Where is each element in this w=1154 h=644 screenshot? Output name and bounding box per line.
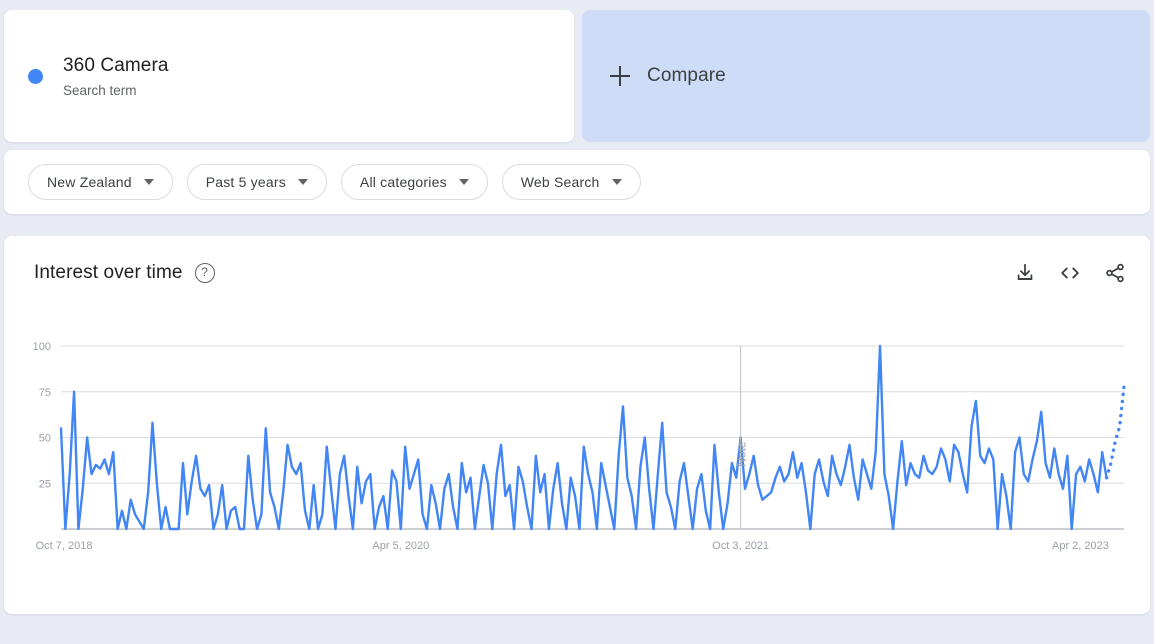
download-icon[interactable] xyxy=(1014,262,1036,284)
filter-chip-time-range[interactable]: Past 5 years xyxy=(186,164,327,200)
compare-label: Compare xyxy=(647,65,726,86)
page-title: Interest over time xyxy=(34,262,183,283)
search-term-subtitle: Search term xyxy=(63,82,137,98)
filter-chip-search-type[interactable]: Web Search xyxy=(501,164,641,200)
filter-bar: New Zealand Past 5 years All categories … xyxy=(4,150,1150,214)
svg-text:50: 50 xyxy=(39,433,51,445)
compare-button[interactable]: Compare xyxy=(582,10,1150,142)
svg-text:75: 75 xyxy=(39,387,51,399)
svg-text:100: 100 xyxy=(33,341,51,353)
filter-chip-location-label: New Zealand xyxy=(47,174,132,190)
chevron-down-icon xyxy=(458,179,469,185)
search-term-title: 360 Camera xyxy=(63,54,169,76)
chevron-down-icon xyxy=(143,179,154,185)
svg-text:Note: Note xyxy=(735,441,749,467)
filter-chip-category[interactable]: All categories xyxy=(340,164,488,200)
svg-text:Oct 3, 2021: Oct 3, 2021 xyxy=(712,540,769,552)
chevron-down-icon xyxy=(611,179,622,185)
search-terms-row: 360 Camera Search term Compare xyxy=(0,0,1154,142)
question-mark-icon[interactable]: ? xyxy=(194,263,215,283)
search-term-texts: 360 Camera Search term xyxy=(63,54,169,99)
svg-text:Oct 7, 2018: Oct 7, 2018 xyxy=(36,540,93,552)
chart-header: Interest over time ? xyxy=(4,236,1150,284)
svg-text:25: 25 xyxy=(39,478,51,490)
svg-text:Apr 2, 2023: Apr 2, 2023 xyxy=(1052,540,1109,552)
chevron-down-icon xyxy=(297,179,308,185)
interest-over-time-card: Interest over time ? 25 50 75 100 Oct 7,… xyxy=(4,236,1150,614)
filter-chip-time-range-label: Past 5 years xyxy=(205,174,286,190)
embed-code-icon[interactable] xyxy=(1058,262,1082,284)
series-color-dot xyxy=(28,68,43,84)
search-term-card[interactable]: 360 Camera Search term xyxy=(4,10,574,142)
filter-chip-location[interactable]: New Zealand xyxy=(28,164,173,200)
filter-chip-search-type-label: Web Search xyxy=(520,174,600,190)
plus-icon xyxy=(610,66,630,86)
filter-chip-category-label: All categories xyxy=(359,174,447,190)
svg-text:Apr 5, 2020: Apr 5, 2020 xyxy=(372,540,429,552)
chart-plot-area[interactable]: 25 50 75 100 Oct 7, 2018 Apr 5, 2020 Oct 3, 20… xyxy=(4,332,1150,582)
interest-over-time-chart[interactable]: 25 50 75 100 Oct 7, 2018 Apr 5, 2020 Oct 3, 20… xyxy=(4,332,1150,582)
share-icon[interactable] xyxy=(1104,262,1126,284)
